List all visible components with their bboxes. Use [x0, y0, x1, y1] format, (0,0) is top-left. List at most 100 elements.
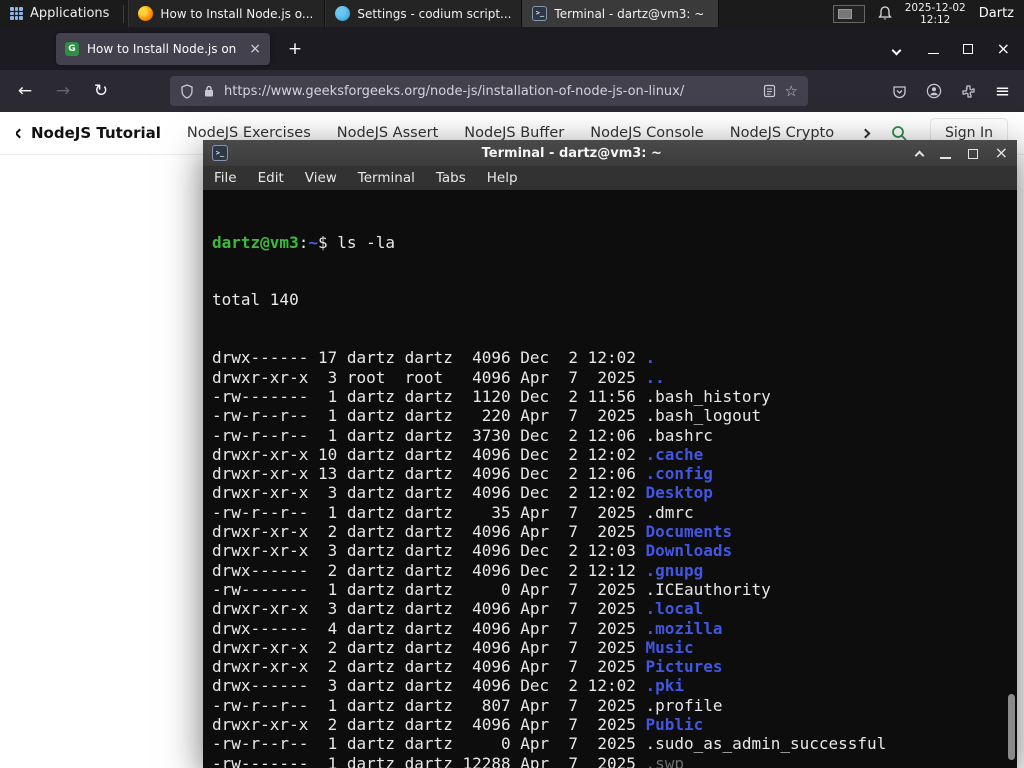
file-row: drwx------ 17 dartz dartz 4096 Dec 2 12:…: [212, 348, 1017, 367]
gfg-nav-link[interactable]: NodeJS Assert: [337, 125, 439, 141]
terminal-titlebar[interactable]: >_ Terminal - dartz@vm3: ~ ×: [203, 140, 1017, 166]
file-meta: drwxr-xr-x 2 dartz dartz 4096 Apr 7 2025: [212, 715, 646, 735]
forward-button[interactable]: →: [48, 76, 78, 106]
browser-tab[interactable]: G How to Install Node.js on ×: [56, 32, 270, 65]
bookmark-star-icon[interactable]: ☆: [785, 82, 798, 100]
taskbar-username: Dartz: [978, 6, 1014, 21]
file-meta: -rw-r--r-- 1 dartz dartz 220 Apr 7 2025: [212, 406, 646, 426]
file-meta: drwxr-xr-x 2 dartz dartz 4096 Apr 7 2025: [212, 522, 646, 542]
file-name: .bashrc: [645, 425, 713, 445]
clock-time: 12:12: [920, 13, 951, 26]
file-row: drwxr-xr-x 3 dartz dartz 4096 Apr 7 2025…: [212, 599, 1017, 618]
file-row: drwxr-xr-x 3 dartz dartz 4096 Dec 2 12:0…: [212, 483, 1017, 502]
terminal-menu-item[interactable]: Terminal: [358, 170, 415, 186]
gfg-nav-scroll-right[interactable]: [860, 125, 871, 141]
terminal-menu-item[interactable]: View: [305, 170, 337, 186]
app-menu-icon[interactable]: ≡: [995, 81, 1010, 102]
taskbar-window-button[interactable]: Settings - codium script...: [325, 0, 523, 27]
file-meta: -rw------- 1 dartz dartz 12288 Apr 7 202…: [212, 753, 646, 768]
taskbar-window-list: How to Install Node.js o... Settings - co…: [128, 0, 720, 27]
file-name: .bash_logout: [645, 406, 762, 426]
taskbar-window-title: Terminal - dartz@vm3: ~: [554, 6, 705, 21]
prompt-line: dartz@vm3:~$ ls -la: [212, 233, 1017, 252]
shade-button[interactable]: [914, 144, 925, 163]
close-button[interactable]: ×: [997, 40, 1010, 57]
file-meta: -rw-r--r-- 1 dartz dartz 35 Apr 7 2025: [212, 502, 646, 522]
file-row: drwxr-xr-x 2 dartz dartz 4096 Apr 7 2025…: [212, 657, 1017, 676]
gfg-nav-link[interactable]: NodeJS Buffer: [464, 125, 564, 141]
url-text[interactable]: https://www.geeksforgeeks.org/node-js/in…: [224, 84, 754, 99]
gfg-nav-link[interactable]: NodeJS Tutorial: [16, 124, 161, 142]
reader-view-icon[interactable]: [763, 84, 776, 98]
terminal-window: >_ Terminal - dartz@vm3: ~ × File Edit Vie…: [203, 140, 1017, 768]
tab-favicon: G: [65, 41, 79, 56]
terminal-body[interactable]: dartz@vm3:~$ ls -la total 140 drwx------…: [203, 190, 1017, 768]
window-controls: ×: [927, 39, 1010, 58]
pocket-icon[interactable]: [892, 84, 907, 99]
terminal-maximize-button[interactable]: [967, 144, 978, 163]
file-row: -rw-r--r-- 1 dartz dartz 807 Apr 7 2025 …: [212, 696, 1017, 715]
file-name: .: [645, 348, 656, 368]
file-row: drwxr-xr-x 13 dartz dartz 4096 Dec 2 12:…: [212, 464, 1017, 483]
file-meta: drwxr-xr-x 3 dartz dartz 4096 Apr 7 2025: [212, 599, 646, 619]
gfg-nav-link-label: NodeJS Assert: [336, 125, 439, 141]
workspace-switcher[interactable]: [832, 4, 865, 23]
total-line: total 140: [212, 290, 299, 310]
list-all-tabs-button[interactable]: [891, 39, 902, 58]
taskbar-window-button[interactable]: >_ Terminal - dartz@vm3: ~: [522, 0, 720, 27]
taskbar-window-title: How to Install Node.js o...: [160, 6, 314, 21]
minimize-button[interactable]: [927, 39, 939, 58]
search-icon[interactable]: [891, 125, 908, 142]
terminal-close-button[interactable]: ×: [995, 145, 1008, 161]
browser-tab-bar: G How to Install Node.js on × + ×: [0, 27, 1024, 70]
terminal-minimize-button[interactable]: [939, 144, 951, 163]
gfg-nav-link-label: NodeJS Crypto: [729, 125, 835, 141]
notification-bell-icon[interactable]: [877, 6, 892, 21]
file-name: .gnupg: [645, 560, 704, 580]
new-tab-button[interactable]: +: [282, 36, 308, 62]
desktop: Applications How to Install Node.js o...…: [0, 0, 1024, 768]
terminal-menu-item[interactable]: Edit: [258, 170, 284, 186]
terminal-menu-item[interactable]: Tabs: [436, 170, 466, 186]
gfg-nav-link[interactable]: NodeJS Crypto: [730, 125, 834, 141]
applications-grid-icon: [10, 7, 23, 20]
file-meta: drwx------ 2 dartz dartz 4096 Dec 2 12:1…: [212, 560, 646, 580]
terminal-scrollbar[interactable]: [1007, 192, 1016, 766]
chevron-right-icon: [860, 128, 871, 139]
scrollbar-thumb[interactable]: [1008, 694, 1015, 760]
taskbar-window-title: Settings - codium script...: [357, 6, 512, 21]
extensions-puzzle-icon[interactable]: [961, 84, 976, 99]
reload-button[interactable]: ↻: [86, 76, 116, 106]
taskbar-clock[interactable]: 2025-12-02 12:12: [905, 2, 966, 26]
terminal-menu-item[interactable]: Help: [487, 170, 518, 186]
gfg-nav-link-label: NodeJS Console: [590, 125, 704, 141]
terminal-menu-item[interactable]: File: [214, 170, 237, 186]
maximize-button[interactable]: [962, 39, 973, 58]
gfg-nav-link[interactable]: NodeJS Console: [590, 125, 704, 141]
taskbar-window-button[interactable]: How to Install Node.js o...: [128, 0, 326, 27]
terminal-window-icon: >_: [212, 145, 228, 161]
file-meta: -rw------- 1 dartz dartz 1120 Dec 2 11:5…: [212, 386, 646, 406]
file-name: .local: [645, 599, 704, 619]
back-button[interactable]: ←: [10, 76, 40, 106]
applications-menu-button[interactable]: Applications: [0, 0, 119, 27]
gfg-nav-link[interactable]: NodeJS Exercises: [187, 125, 311, 141]
file-meta: drwxr-xr-x 10 dartz dartz 4096 Dec 2 12:…: [212, 444, 646, 464]
system-taskbar: Applications How to Install Node.js o...…: [0, 0, 1024, 27]
padlock-icon[interactable]: [203, 84, 215, 98]
gfg-nav-link-label: NodeJS Exercises: [186, 125, 311, 141]
file-name: .config: [645, 464, 713, 484]
firefox-icon: [138, 6, 154, 21]
account-icon[interactable]: [926, 83, 942, 99]
url-bar[interactable]: https://www.geeksforgeeks.org/node-js/in…: [170, 76, 808, 106]
navbar-right-icons: ≡: [892, 81, 1014, 102]
terminal-title: Terminal - dartz@vm3: ~: [481, 145, 662, 161]
file-row: drwxr-xr-x 2 dartz dartz 4096 Apr 7 2025…: [212, 715, 1017, 734]
file-name: .pki: [645, 676, 685, 696]
file-row: drwxr-xr-x 10 dartz dartz 4096 Dec 2 12:…: [212, 445, 1017, 464]
tracking-shield-icon[interactable]: [180, 83, 194, 99]
tab-close-icon[interactable]: ×: [249, 42, 261, 56]
file-name: .ICEauthority: [645, 579, 771, 599]
terminal-icon: >_: [532, 6, 548, 21]
chevron-left-icon: [16, 128, 25, 138]
